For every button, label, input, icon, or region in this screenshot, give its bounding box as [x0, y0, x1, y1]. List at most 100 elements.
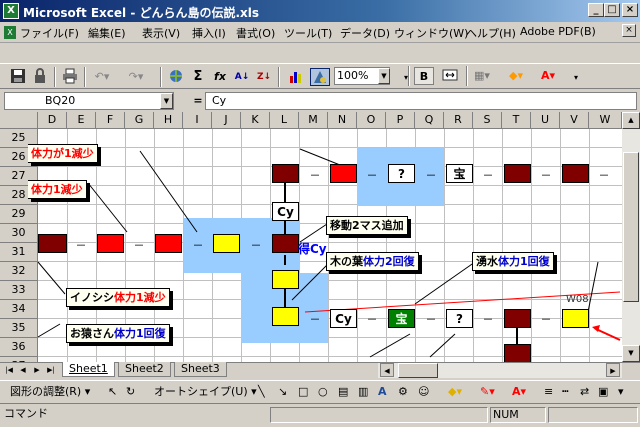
- toolbar-options-icon[interactable]: ▾: [396, 69, 416, 87]
- prev-sheet-icon[interactable]: ◀: [16, 363, 30, 377]
- arrow-style-icon[interactable]: ⇄: [580, 383, 589, 401]
- first-sheet-icon[interactable]: |◀: [2, 363, 16, 377]
- line-color-icon[interactable]: ✎▾: [480, 383, 495, 401]
- board-cell-damage: [38, 234, 67, 253]
- maximize-button[interactable]: □: [604, 3, 620, 17]
- save-icon[interactable]: [8, 68, 28, 86]
- fill-color-icon[interactable]: ◆▾: [506, 67, 526, 85]
- toolbar-options-icon-2[interactable]: ▾: [566, 69, 586, 87]
- callout-move-plus[interactable]: 移動2マス追加: [326, 216, 408, 235]
- next-sheet-icon[interactable]: ▶: [30, 363, 44, 377]
- font-color-draw-icon[interactable]: A▾: [512, 383, 526, 401]
- scroll-up-icon[interactable]: ▲: [622, 112, 640, 129]
- name-box[interactable]: BQ20: [4, 92, 174, 110]
- scroll-right-icon[interactable]: ▶: [606, 363, 620, 377]
- path-dash: －: [250, 239, 262, 252]
- board-cell-yellow: [213, 234, 240, 253]
- sort-descending-icon[interactable]: Z↓: [254, 68, 274, 86]
- sheet-tab-3[interactable]: Sheet3: [174, 362, 227, 377]
- select-objects-icon[interactable]: ↖: [108, 383, 117, 401]
- path-dash: －: [133, 239, 145, 252]
- permission-icon[interactable]: [30, 68, 50, 86]
- callout-monkey[interactable]: お猿さん体力1回復: [66, 324, 170, 343]
- sheet-tab-1[interactable]: Sheet1: [62, 362, 115, 377]
- menu-tools[interactable]: ツール(T): [284, 25, 332, 41]
- menu-window[interactable]: ウィンドウ(W): [394, 25, 468, 41]
- worksheet-grid[interactable]: D E F G H I J K L M N O P Q R S T U V W …: [0, 112, 622, 362]
- board-cell-damage: [272, 164, 299, 183]
- chevron-down-icon[interactable]: ▼: [378, 68, 390, 84]
- line-style-icon[interactable]: ≡: [544, 383, 553, 401]
- board-cell-red: [155, 234, 182, 253]
- borders-icon[interactable]: ▦▾: [472, 67, 492, 85]
- wordart-icon[interactable]: A: [378, 383, 387, 401]
- rectangle-icon[interactable]: □: [298, 383, 308, 401]
- doc-close-button[interactable]: ×: [622, 24, 636, 37]
- excel-icon[interactable]: X: [3, 3, 19, 19]
- dash-style-icon[interactable]: ┅: [562, 383, 569, 401]
- hyperlink-icon[interactable]: [166, 68, 186, 86]
- formula-input[interactable]: Cy: [205, 92, 637, 110]
- board-cell-red: [330, 164, 357, 183]
- callout-hp-minus-2[interactable]: 体力1減少: [28, 180, 87, 199]
- menu-file[interactable]: ファイル(F): [20, 25, 79, 41]
- document-icon[interactable]: X: [4, 26, 16, 39]
- sort-ascending-icon[interactable]: A↓: [232, 68, 252, 86]
- menu-data[interactable]: データ(D): [340, 25, 390, 41]
- bold-button[interactable]: B: [414, 67, 434, 85]
- menu-format[interactable]: 書式(O): [236, 25, 275, 41]
- print-icon[interactable]: [60, 68, 80, 86]
- scroll-left-icon[interactable]: ◀: [380, 363, 394, 377]
- oval-icon[interactable]: ○: [318, 383, 328, 401]
- menu-bar: X ファイル(F) 編集(E) 表示(V) 挿入(I) 書式(O) ツール(T)…: [0, 22, 640, 43]
- function-icon[interactable]: fx: [210, 68, 230, 86]
- scroll-down-icon[interactable]: ▼: [622, 345, 640, 362]
- autoshape-menu[interactable]: オートシェイプ(U) ▾: [154, 383, 257, 401]
- 3d-icon[interactable]: ▾: [618, 383, 624, 401]
- scroll-thumb[interactable]: [623, 152, 639, 302]
- merge-center-icon[interactable]: [440, 67, 460, 85]
- textbox-icon[interactable]: ▤: [338, 383, 348, 401]
- redo-icon[interactable]: ↷▾: [126, 68, 146, 86]
- callout-hp-minus[interactable]: 体力が1減少: [28, 144, 98, 163]
- board-cell-damage: [504, 164, 531, 183]
- autosum-icon[interactable]: Σ: [188, 68, 208, 86]
- callout-leaf-heal[interactable]: 木の葉体力2回復: [326, 252, 419, 271]
- w08-label: W08: [566, 294, 589, 305]
- drawing-toggle-icon[interactable]: [310, 68, 330, 86]
- close-button[interactable]: ×: [622, 3, 638, 17]
- vertical-scrollbar[interactable]: ▲ ▼: [622, 112, 640, 362]
- board-cell-damage: [562, 164, 589, 183]
- menu-view[interactable]: 表示(V): [142, 25, 180, 41]
- h-scroll-thumb[interactable]: [398, 363, 438, 378]
- name-box-dropdown-icon[interactable]: ▼: [160, 93, 173, 109]
- vertical-textbox-icon[interactable]: ▥: [358, 383, 368, 401]
- callout-spring-heal[interactable]: 湧水体力1回復: [472, 252, 554, 271]
- menu-edit[interactable]: 編集(E): [88, 25, 126, 41]
- line-icon[interactable]: ╲: [258, 383, 265, 401]
- diagram-icon[interactable]: ⚙: [398, 383, 408, 401]
- shadow-icon[interactable]: ▣: [598, 383, 608, 401]
- board-cell-treasure: 宝: [446, 164, 473, 183]
- menu-help[interactable]: ヘルプ(H): [466, 25, 516, 41]
- status-panel: [270, 407, 488, 423]
- menu-insert[interactable]: 挿入(I): [192, 25, 226, 41]
- chart-wizard-icon[interactable]: [286, 68, 306, 86]
- window-title: Microsoft Excel - どんらん島の伝説.xls: [23, 6, 260, 20]
- toolbar-spacer: [0, 43, 640, 63]
- path-dash: －: [366, 169, 378, 182]
- clipart-icon[interactable]: ☺: [418, 383, 429, 401]
- sheet-tab-2[interactable]: Sheet2: [118, 362, 171, 377]
- menu-adobe-pdf[interactable]: Adobe PDF(B): [520, 25, 596, 38]
- callout-boar[interactable]: イノシシ体力1減少: [66, 288, 170, 307]
- fill-color-draw-icon[interactable]: ◆▾: [448, 383, 462, 401]
- minimize-button[interactable]: _: [588, 3, 604, 17]
- arrow-icon[interactable]: ↘: [278, 383, 287, 401]
- path-dash: －: [482, 169, 494, 182]
- board-cell-cy: Cy: [330, 309, 357, 328]
- undo-icon[interactable]: ↶▾: [92, 68, 112, 86]
- font-color-icon[interactable]: A▾: [538, 67, 558, 85]
- last-sheet-icon[interactable]: ▶|: [44, 363, 58, 377]
- rotate-icon[interactable]: ↻: [126, 383, 135, 401]
- adjust-shapes-menu[interactable]: 図形の調整(R) ▾: [10, 383, 90, 401]
